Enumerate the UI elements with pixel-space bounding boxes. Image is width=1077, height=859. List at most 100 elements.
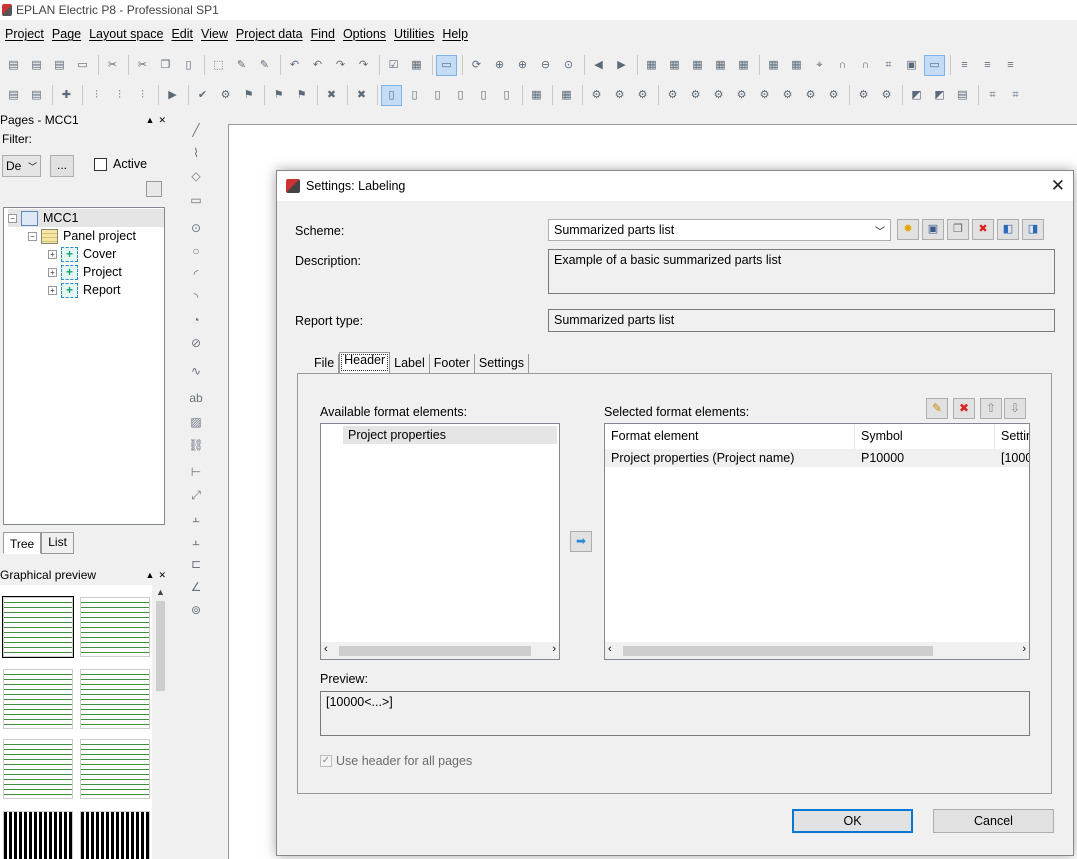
symbol-g-icon[interactable]: ⚙ <box>732 86 751 105</box>
back-icon[interactable]: ◀ <box>589 56 608 75</box>
snap-object-icon[interactable]: ▦ <box>787 56 806 75</box>
menu-options[interactable]: Options <box>343 27 386 41</box>
devices-icon[interactable]: ▤ <box>4 86 23 105</box>
menu-layout-space[interactable]: Layout space <box>89 27 163 41</box>
refresh-icon[interactable]: ⟳ <box>467 56 486 75</box>
page-thumbnail[interactable] <box>80 669 150 729</box>
text-icon[interactable]: ab <box>188 390 204 406</box>
dimension-b-icon[interactable]: ⤢ <box>188 487 204 503</box>
symbol-c-icon[interactable]: ⚙ <box>633 86 652 105</box>
view-c-icon[interactable]: ▤ <box>953 86 972 105</box>
view-d-icon[interactable]: ⌗ <box>983 86 1002 105</box>
tree-node-mcc1[interactable]: − MCC1 <box>8 209 164 227</box>
tree-node-project[interactable]: + Project <box>48 263 122 281</box>
filter-extra-button[interactable] <box>146 181 162 197</box>
scrollbar-thumb[interactable] <box>623 646 933 656</box>
save-icon[interactable]: ▤ <box>50 56 69 75</box>
undo-icon[interactable]: ↶ <box>285 56 304 75</box>
grid-a-icon[interactable]: ▦ <box>642 56 661 75</box>
ok-button[interactable]: OK <box>792 809 913 833</box>
rectangle-icon[interactable]: ▭ <box>188 192 204 208</box>
page-thumbnail[interactable] <box>3 811 73 859</box>
radius-icon[interactable]: ⊚ <box>188 602 204 618</box>
scroll-right-icon[interactable]: › <box>552 643 556 655</box>
grid-d-icon[interactable]: ▦ <box>711 56 730 75</box>
redo-icon[interactable]: ↷ <box>331 56 350 75</box>
tab-footer[interactable]: Footer <box>430 354 475 373</box>
column-setting[interactable]: Settir <box>995 424 1029 449</box>
grid-c-icon[interactable]: ▦ <box>688 56 707 75</box>
page-thumbnail[interactable] <box>80 597 150 657</box>
dimension-e-icon[interactable]: ⊏ <box>188 556 204 572</box>
menu-find[interactable]: Find <box>311 27 335 41</box>
link-icon[interactable]: ⛓ <box>188 437 204 453</box>
edit-element-icon[interactable]: ✎ <box>926 398 948 419</box>
terminal-b-icon[interactable]: ⫶ <box>110 86 129 105</box>
use-header-checkbox-box[interactable]: ✓ <box>320 755 332 767</box>
expand-icon[interactable]: + <box>48 249 57 259</box>
page-view-icon[interactable]: ▯ <box>381 84 402 106</box>
symbol-b-icon[interactable]: ⚙ <box>610 86 629 105</box>
page-thumbnail[interactable] <box>80 739 150 799</box>
description-field[interactable]: Example of a basic summarized parts list <box>548 249 1055 294</box>
collapse-icon[interactable]: − <box>8 213 17 223</box>
export-scheme-icon[interactable]: ◨ <box>1022 219 1044 240</box>
devices-b-icon[interactable]: ▤ <box>27 86 46 105</box>
select-icon[interactable]: ⬚ <box>209 56 228 75</box>
cut-icon[interactable]: ✂ <box>133 56 152 75</box>
new-page-icon[interactable]: ▯ <box>405 86 424 105</box>
page-thumbnail[interactable] <box>80 811 150 859</box>
check-project-icon[interactable]: ✔ <box>193 86 212 105</box>
available-elements-list[interactable]: Project properties ‹ › <box>320 423 560 660</box>
snap-grid-icon[interactable]: ▦ <box>764 56 783 75</box>
symbol-j-icon[interactable]: ⚙ <box>801 86 820 105</box>
copy-scheme-icon[interactable]: ❐ <box>947 219 969 240</box>
column-format-element[interactable]: Format element <box>605 424 855 449</box>
arc-b-icon[interactable]: ◝ <box>188 289 204 305</box>
zoom-out-icon[interactable]: ⊖ <box>536 56 555 75</box>
page-export-icon[interactable]: ▯ <box>497 86 516 105</box>
scroll-right-icon[interactable]: › <box>1022 643 1026 655</box>
symbol-a-icon[interactable]: ⚙ <box>587 86 606 105</box>
tab-label[interactable]: Label <box>390 354 430 373</box>
align-c-icon[interactable]: ≡ <box>1001 56 1020 75</box>
report-icon[interactable]: ▦ <box>527 86 546 105</box>
menu-view[interactable]: View <box>201 27 228 41</box>
counter-icon[interactable]: ▣ <box>902 56 921 75</box>
new-scheme-icon[interactable]: ✹ <box>897 219 919 240</box>
symbol-m-icon[interactable]: ⚙ <box>877 86 896 105</box>
grid-b-icon[interactable]: ▦ <box>665 56 684 75</box>
connection-b-icon[interactable]: ∩ <box>856 56 875 75</box>
menu-help[interactable]: Help <box>442 27 468 41</box>
panel-controls[interactable]: ▲✕ <box>146 115 170 126</box>
menu-edit[interactable]: Edit <box>171 27 193 41</box>
check-settings-icon[interactable]: ⚙ <box>216 86 235 105</box>
collapse-icon[interactable]: − <box>28 231 37 241</box>
flag-icon[interactable]: ⚑ <box>239 86 258 105</box>
import-scheme-icon[interactable]: ◧ <box>997 219 1019 240</box>
symbol-e-icon[interactable]: ⚙ <box>686 86 705 105</box>
redo-list-icon[interactable]: ↷ <box>354 56 373 75</box>
column-symbol[interactable]: Symbol <box>855 424 995 449</box>
sector-icon[interactable]: ◔ <box>188 312 204 328</box>
dimension-icon[interactable]: ⊢ <box>188 464 204 480</box>
connection-icon[interactable]: ∩ <box>833 56 852 75</box>
polyline-icon[interactable]: ⌇ <box>188 145 204 161</box>
selected-hscrollbar[interactable]: ‹ › <box>605 642 1029 659</box>
tree-node-report[interactable]: + Report <box>48 281 121 299</box>
align-a-icon[interactable]: ≡ <box>955 56 974 75</box>
insert-point-icon[interactable]: ⌗ <box>879 56 898 75</box>
undo-list-icon[interactable]: ↶ <box>308 56 327 75</box>
active-checkbox-box[interactable] <box>94 157 107 171</box>
delete-element-icon[interactable]: ✖ <box>953 398 975 419</box>
view-a-icon[interactable]: ◩ <box>907 86 926 105</box>
graphic-editor-icon[interactable]: ▭ <box>436 54 457 76</box>
pages-tree[interactable]: − MCC1 − Panel project + Cover + Project… <box>3 207 165 525</box>
move-up-icon[interactable]: ⇧ <box>980 398 1002 419</box>
input-box-icon[interactable]: ⌖ <box>810 56 829 75</box>
symbol-l-icon[interactable]: ⚙ <box>854 86 873 105</box>
expand-icon[interactable]: + <box>48 267 57 277</box>
forward-icon[interactable]: ▶ <box>612 56 631 75</box>
tab-settings[interactable]: Settings <box>475 354 530 373</box>
open-project-icon[interactable]: ▤ <box>27 56 46 75</box>
